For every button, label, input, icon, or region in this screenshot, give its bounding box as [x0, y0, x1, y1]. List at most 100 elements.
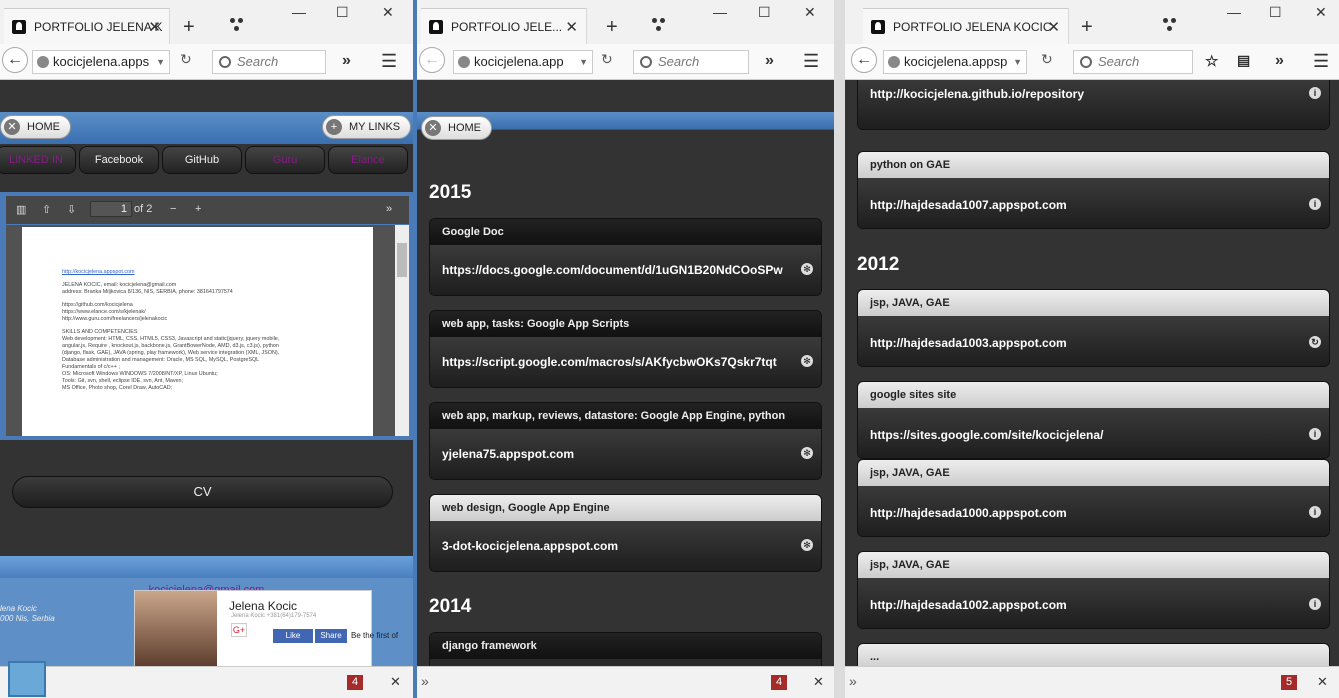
notification-badge[interactable]: 4 — [771, 675, 787, 690]
close-window-icon[interactable]: ✕ — [804, 4, 816, 21]
gear-icon[interactable]: ✻ — [801, 263, 813, 275]
chevron-icon[interactable]: » — [849, 673, 857, 689]
zoom-in-icon[interactable]: + — [195, 203, 201, 215]
item-link[interactable]: https://script.google.com/macros/s/AKfyc… — [430, 337, 821, 387]
download-icon[interactable] — [8, 661, 46, 697]
reload-icon[interactable]: ↻ — [1041, 51, 1053, 68]
portfolio-item[interactable]: web design, Google App Engine 3-dot-koci… — [429, 494, 822, 572]
link-elance[interactable]: Elance — [328, 146, 408, 174]
minimize-icon[interactable]: — — [713, 4, 727, 20]
chevron-icon[interactable]: » — [421, 673, 429, 689]
search-input[interactable]: Search — [1073, 50, 1193, 74]
home-button[interactable]: ✕ HOME — [0, 115, 71, 139]
browser-tab[interactable]: PORTFOLIO JELE... ✕ — [421, 8, 587, 44]
portfolio-item[interactable]: jsp, JAVA, GAE http://hajdesada1000.apps… — [857, 459, 1330, 537]
portfolio-item[interactable]: django framework — [429, 632, 822, 666]
maximize-icon[interactable]: ☐ — [336, 4, 349, 21]
close-bar-icon[interactable]: ✕ — [390, 674, 401, 690]
minimize-icon[interactable]: — — [1227, 4, 1241, 20]
back-icon[interactable]: ← — [851, 47, 877, 73]
overflow-chevron-icon[interactable]: » — [765, 52, 774, 70]
item-link[interactable]: https://sites.google.com/site/kocicjelen… — [858, 408, 1329, 458]
reading-list-icon[interactable]: ▤ — [1237, 52, 1250, 69]
item-link[interactable]: yjelena75.appspot.com — [430, 429, 821, 479]
bookmark-star-icon[interactable]: ☆ — [1205, 52, 1218, 70]
search-input[interactable]: Search — [212, 50, 326, 74]
new-tab-icon[interactable]: + — [606, 16, 618, 39]
close-window-icon[interactable]: ✕ — [382, 4, 394, 21]
info-icon[interactable]: i — [1309, 506, 1321, 518]
close-bar-icon[interactable]: ✕ — [813, 674, 824, 690]
pdf-page-area[interactable]: http://kocicjelena.appspot.com JELENA KOC… — [6, 225, 409, 436]
info-icon[interactable]: i — [1309, 598, 1321, 610]
prev-page-icon[interactable]: ⇧ — [42, 203, 51, 216]
url-bar[interactable]: kocicjelena.app ▼ — [453, 50, 593, 74]
portfolio-item[interactable]: python on GAE http://hajdesada1007.appsp… — [857, 151, 1330, 229]
item-link[interactable]: http://hajdesada1003.appspot.com — [858, 316, 1329, 366]
link-linkedin[interactable]: LINKED IN — [0, 146, 76, 174]
menu-icon[interactable]: ☰ — [803, 51, 819, 72]
minimize-icon[interactable]: — — [292, 4, 306, 20]
extension-icon[interactable] — [652, 18, 666, 32]
gear-icon[interactable]: ✻ — [801, 539, 813, 551]
close-tab-icon[interactable]: ✕ — [565, 18, 578, 36]
menu-icon[interactable]: ☰ — [381, 51, 397, 72]
menu-icon[interactable]: ☰ — [1313, 51, 1329, 72]
item-link[interactable]: http://hajdesada1000.appspot.com — [858, 486, 1329, 536]
notification-badge[interactable]: 5 — [1281, 675, 1297, 690]
portfolio-item[interactable]: google sites site https://sites.google.c… — [857, 381, 1330, 459]
close-tab-icon[interactable]: ✕ — [1047, 18, 1060, 36]
gear-icon[interactable]: ✻ — [801, 447, 813, 459]
portfolio-item[interactable]: web app, markup, reviews, datastore: Goo… — [429, 402, 822, 480]
browser-tab[interactable]: PORTFOLIO JELENA K ✕ — [4, 8, 170, 44]
sidebar-toggle-icon[interactable]: ▥ — [16, 203, 26, 216]
dropdown-icon[interactable]: ▼ — [156, 51, 165, 73]
back-icon[interactable]: ← — [419, 47, 445, 73]
back-icon[interactable]: ← — [2, 47, 28, 73]
portfolio-item[interactable]: jsp, JAVA, GAE http://hajdesada1002.apps… — [857, 551, 1330, 629]
gear-icon[interactable]: ✻ — [801, 355, 813, 367]
next-page-icon[interactable]: ⇩ — [67, 203, 76, 216]
close-window-icon[interactable]: ✕ — [1315, 4, 1327, 21]
info-icon[interactable]: i — [1309, 428, 1321, 440]
extension-icon[interactable] — [1163, 18, 1177, 32]
reload-icon[interactable]: ↻ — [180, 51, 192, 68]
dropdown-icon[interactable]: ▼ — [1013, 51, 1022, 73]
info-icon[interactable]: i — [1309, 198, 1321, 210]
item-link[interactable]: 3-dot-kocicjelena.appspot.com — [430, 521, 821, 571]
fb-share-button[interactable]: Share — [315, 629, 347, 643]
maximize-icon[interactable]: ☐ — [1269, 4, 1282, 21]
item-link[interactable]: https://docs.google.com/document/d/1uGN1… — [430, 245, 821, 295]
browser-tab[interactable]: PORTFOLIO JELENA KOCIC ✕ — [863, 8, 1069, 44]
portfolio-item[interactable]: web app, tasks: Google App Scripts https… — [429, 310, 822, 388]
fb-like-button[interactable]: Like — [273, 629, 313, 643]
portfolio-item[interactable]: Google Doc https://docs.google.com/docum… — [429, 218, 822, 296]
zoom-out-icon[interactable]: − — [170, 203, 176, 215]
google-plus-icon[interactable]: G+ — [231, 623, 247, 637]
new-tab-icon[interactable]: + — [1081, 16, 1093, 39]
close-tab-icon[interactable]: ✕ — [148, 18, 161, 36]
portfolio-item[interactable]: http://kocicjelena.github.io/repository … — [857, 80, 1330, 130]
search-input[interactable]: Search — [633, 50, 749, 74]
home-button[interactable]: ✕ HOME — [421, 116, 492, 140]
notification-badge[interactable]: 4 — [347, 675, 363, 690]
overflow-chevron-icon[interactable]: » — [1275, 52, 1284, 70]
scrollbar[interactable] — [395, 225, 409, 436]
link-guru[interactable]: Guru — [245, 146, 325, 174]
new-tab-icon[interactable]: + — [183, 16, 195, 39]
tools-chevron-icon[interactable]: » — [386, 203, 392, 215]
page-number-input[interactable]: 1 — [90, 201, 132, 217]
item-link[interactable]: http://hajdesada1002.appspot.com — [858, 578, 1329, 628]
url-bar[interactable]: kocicjelena.apps ▼ — [32, 50, 170, 74]
maximize-icon[interactable]: ☐ — [758, 4, 771, 21]
scrollbar-thumb[interactable] — [397, 243, 407, 277]
item-link[interactable]: http://kocicjelena.github.io/repository — [858, 80, 1329, 129]
portfolio-item[interactable]: jsp, JAVA, GAE http://hajdesada1003.apps… — [857, 289, 1330, 367]
link-facebook[interactable]: Facebook — [79, 146, 159, 174]
close-bar-icon[interactable]: ✕ — [1317, 674, 1328, 690]
item-link[interactable]: http://hajdesada1007.appspot.com — [858, 178, 1329, 228]
overflow-chevron-icon[interactable]: » — [342, 52, 351, 70]
portfolio-item[interactable]: ... — [857, 643, 1330, 666]
dropdown-icon[interactable]: ▼ — [579, 51, 588, 73]
link-github[interactable]: GitHub — [162, 146, 242, 174]
